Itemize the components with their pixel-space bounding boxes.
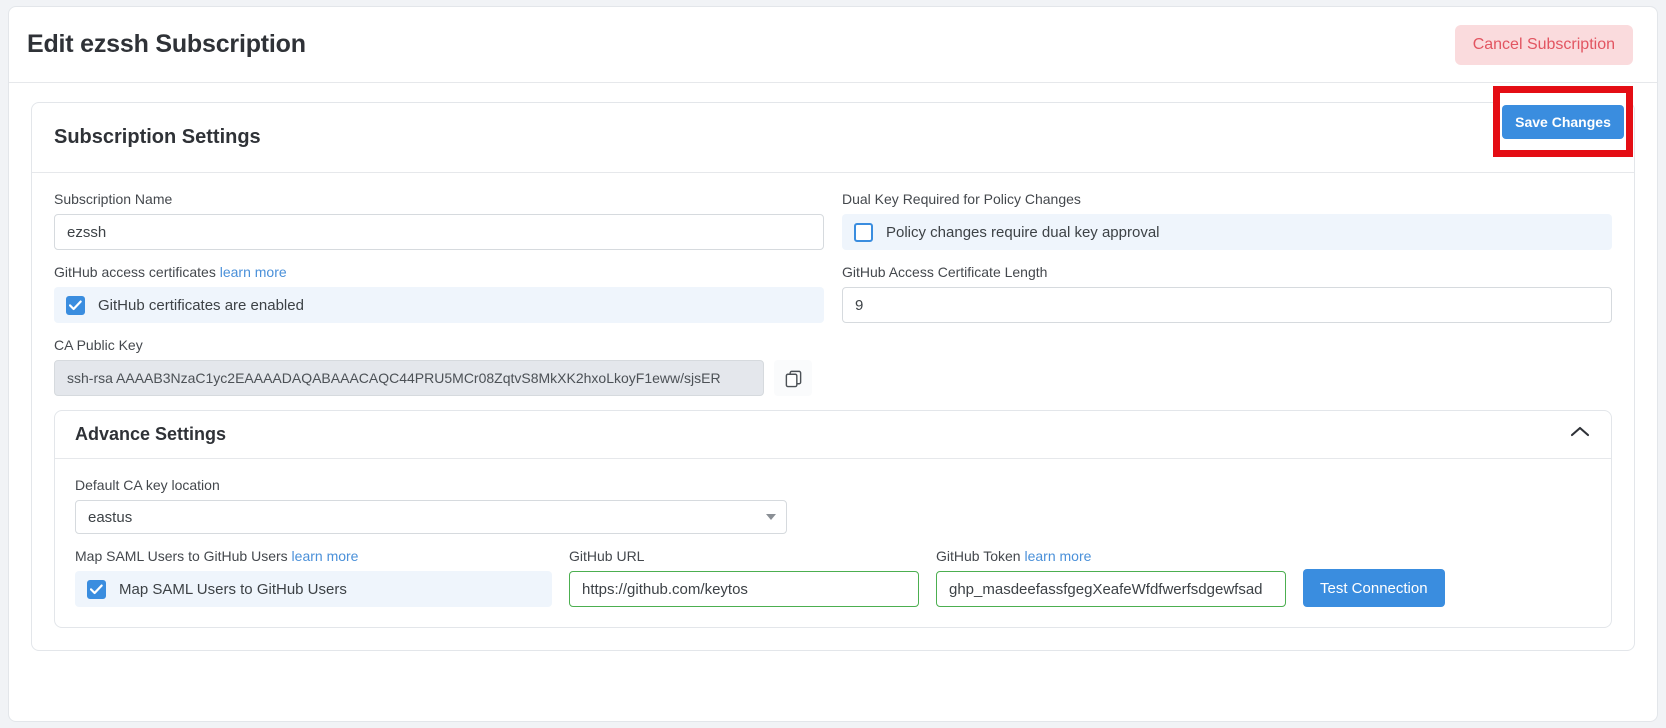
settings-body: Subscription Name Dual Key Required for … — [32, 173, 1634, 650]
ca-public-key-row: ssh-rsa AAAAB3NzaC1yc2EAAAADAQABAAACAQC4… — [54, 360, 1612, 396]
form-row-1: Subscription Name Dual Key Required for … — [54, 191, 1612, 264]
map-saml-label-text: Map SAML Users to GitHub Users — [75, 548, 288, 564]
copy-icon — [785, 370, 801, 387]
page-header: Edit ezssh Subscription Cancel Subscript… — [9, 7, 1657, 83]
ca-public-key-value: ssh-rsa AAAAB3NzaC1yc2EAAAADAQABAAACAQC4… — [54, 360, 764, 396]
github-certs-checkbox-row[interactable]: GitHub certificates are enabled — [54, 287, 824, 323]
copy-ca-key-button[interactable] — [774, 360, 812, 396]
ca-location-select-wrap: eastus — [75, 500, 787, 534]
map-saml-checkbox[interactable] — [87, 579, 106, 599]
ca-public-key-field: CA Public Key ssh-rsa AAAAB3NzaC1yc2EAAA… — [54, 337, 1612, 396]
ca-location-field: Default CA key location eastus — [75, 477, 1591, 534]
advance-settings-bottom-row: Map SAML Users to GitHub Users learn mor… — [75, 548, 1591, 607]
github-certs-label-text: GitHub access certificates — [54, 264, 216, 280]
github-token-learn-more-link[interactable]: learn more — [1024, 548, 1091, 564]
save-button-highlight: Save Changes — [1493, 86, 1633, 157]
cert-length-field: GitHub Access Certificate Length — [842, 264, 1612, 323]
github-url-label: GitHub URL — [569, 548, 645, 564]
dual-key-label: Dual Key Required for Policy Changes — [842, 191, 1081, 207]
dual-key-field: Dual Key Required for Policy Changes Pol… — [842, 191, 1612, 250]
section-title: Subscription Settings — [54, 126, 261, 148]
dual-key-checkbox-row[interactable]: Policy changes require dual key approval — [842, 214, 1612, 250]
ca-location-label: Default CA key location — [75, 477, 220, 493]
chevron-up-icon[interactable] — [1569, 425, 1591, 444]
page-title: Edit ezssh Subscription — [27, 30, 306, 58]
subscription-card: Edit ezssh Subscription Cancel Subscript… — [8, 6, 1658, 722]
github-token-field: GitHub Token learn more — [936, 548, 1286, 607]
test-connection-button[interactable]: Test Connection — [1303, 569, 1445, 607]
github-certs-label: GitHub access certificates learn more — [54, 264, 824, 280]
app-root: Edit ezssh Subscription Cancel Subscript… — [0, 0, 1666, 728]
checkmark-icon — [69, 300, 82, 310]
map-saml-checkbox-row[interactable]: Map SAML Users to GitHub Users — [75, 571, 552, 607]
advance-settings-header[interactable]: Advance Settings — [55, 411, 1611, 459]
cancel-subscription-button[interactable]: Cancel Subscription — [1454, 24, 1633, 65]
dual-key-checkbox[interactable] — [854, 222, 873, 242]
save-changes-button[interactable]: Save Changes — [1502, 104, 1624, 139]
github-url-input[interactable] — [569, 571, 919, 607]
advance-settings-title: Advance Settings — [75, 424, 227, 444]
subscription-name-input[interactable] — [54, 214, 824, 250]
github-token-input[interactable] — [936, 571, 1286, 607]
map-saml-learn-more-link[interactable]: learn more — [292, 548, 359, 564]
ca-public-key-label: CA Public Key — [54, 337, 143, 353]
github-token-label: GitHub Token learn more — [936, 548, 1286, 564]
subscription-name-label: Subscription Name — [54, 191, 173, 207]
subscription-name-field: Subscription Name — [54, 191, 824, 250]
github-certs-learn-more-link[interactable]: learn more — [220, 264, 287, 280]
github-certs-checkbox[interactable] — [66, 295, 85, 315]
github-certs-field: GitHub access certificates learn more Gi… — [54, 264, 824, 323]
checkmark-icon — [90, 584, 103, 594]
cert-length-input[interactable] — [842, 287, 1612, 323]
settings-header: Subscription Settings Save Changes — [32, 86, 1634, 173]
dual-key-checkbox-label: Policy changes require dual key approval — [886, 223, 1160, 241]
github-url-field: GitHub URL — [569, 548, 919, 607]
map-saml-label: Map SAML Users to GitHub Users learn mor… — [75, 548, 552, 564]
github-token-label-text: GitHub Token — [936, 548, 1021, 564]
form-row-2: GitHub access certificates learn more Gi… — [54, 264, 1612, 337]
subscription-settings-card: Subscription Settings Save Changes Subsc… — [31, 86, 1635, 651]
ca-location-select[interactable]: eastus — [75, 500, 787, 534]
cert-length-label: GitHub Access Certificate Length — [842, 264, 1048, 280]
advance-settings-panel: Advance Settings Default CA key location… — [54, 410, 1612, 628]
map-saml-field: Map SAML Users to GitHub Users learn mor… — [75, 548, 552, 607]
map-saml-checkbox-label: Map SAML Users to GitHub Users — [119, 580, 347, 598]
github-certs-checkbox-label: GitHub certificates are enabled — [98, 296, 304, 314]
advance-settings-body: Default CA key location eastus Map SAML … — [55, 459, 1611, 627]
